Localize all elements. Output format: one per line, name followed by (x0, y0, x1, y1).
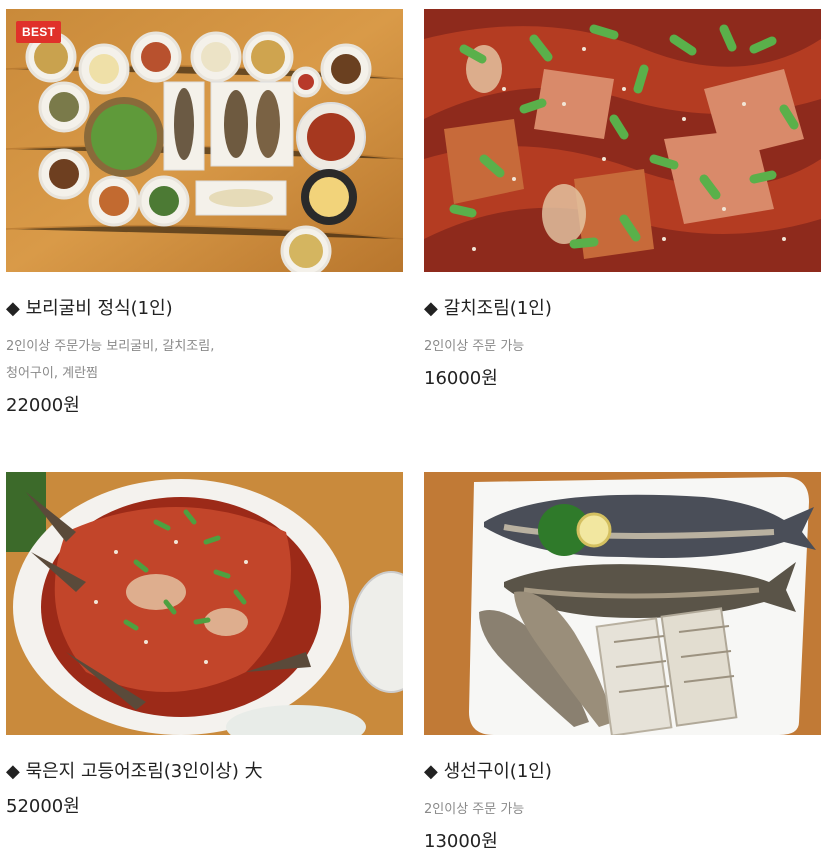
set-meal-photo-illustration (6, 9, 403, 272)
menu-photo[interactable] (424, 9, 821, 272)
menu-description: 2인이상 주문가능 보리굴비, 갈치조림, 청어구이, 계란찜 (6, 339, 215, 381)
menu-photo[interactable] (424, 472, 821, 735)
braised-hairtail-photo-illustration (424, 9, 821, 272)
menu-card-barley-croaker[interactable]: BEST ◆ 보리굴비 정식(1인) 2인이상 주문가능 보리굴비, 갈치조림,… (6, 9, 403, 419)
menu-title[interactable]: ◆ 묵은지 고등어조림(3인이상) 大 (6, 760, 403, 784)
menu-card-braised-mackerel[interactable]: ◆ 묵은지 고등어조림(3인이상) 大 52000원 (6, 472, 403, 820)
menu-price: 22000원 (6, 395, 80, 416)
menu-price: 13000원 (424, 831, 498, 852)
menu-card-grilled-fish[interactable]: ◆ 생선구이(1인) 2인이상 주문 가능 13000원 (424, 472, 821, 855)
menu-photo[interactable] (6, 472, 403, 735)
menu-price: 52000원 (6, 796, 80, 817)
menu-title[interactable]: ◆ 생선구이(1인) (424, 760, 821, 784)
menu-title[interactable]: ◆ 보리굴비 정식(1인) (6, 297, 403, 321)
menu-title[interactable]: ◆ 갈치조림(1인) (424, 297, 821, 321)
menu-description: 2인이상 주문 가능 (424, 802, 525, 817)
braised-mackerel-photo-illustration (6, 472, 403, 735)
menu-photo[interactable]: BEST (6, 9, 403, 272)
menu-description: 2인이상 주문 가능 (424, 339, 525, 354)
grilled-fish-photo-illustration (424, 472, 821, 735)
menu-card-braised-hairtail[interactable]: ◆ 갈치조림(1인) 2인이상 주문 가능 16000원 (424, 9, 821, 392)
menu-price: 16000원 (424, 368, 498, 389)
best-badge: BEST (16, 21, 62, 43)
